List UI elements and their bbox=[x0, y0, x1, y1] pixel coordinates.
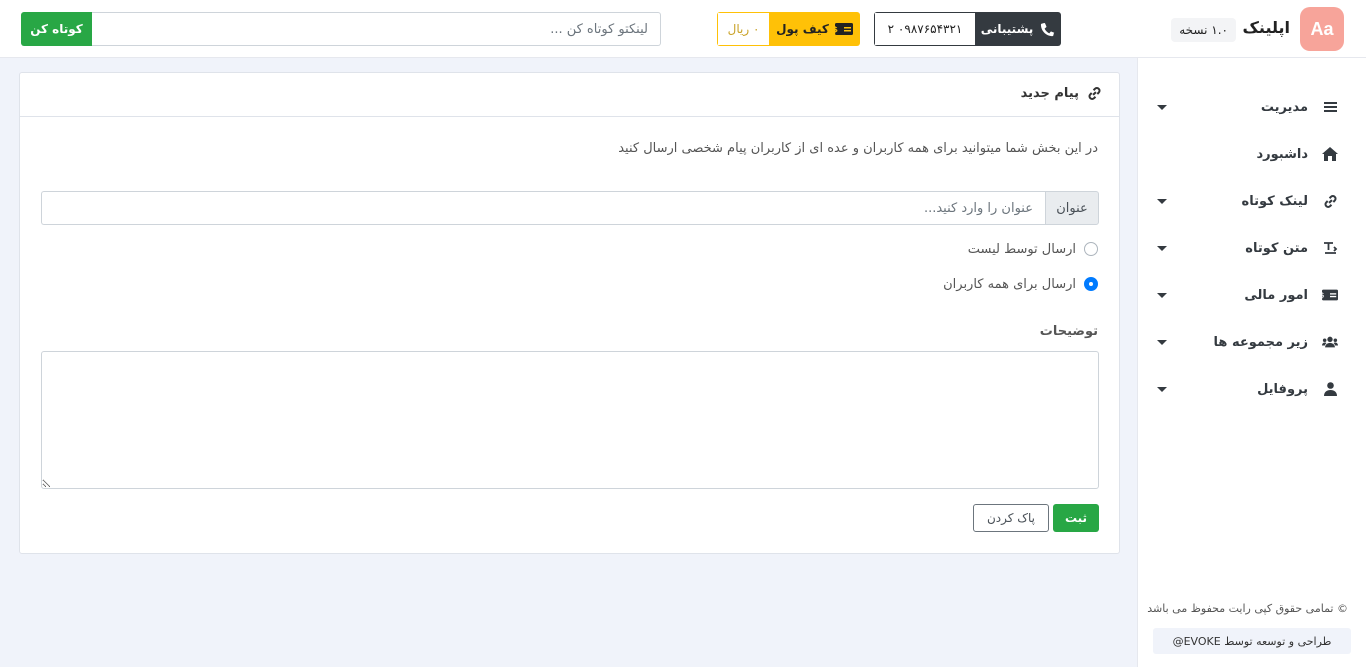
sidebar: مدیریت داشبورد لینک کوتاه متن کوتاه $ ام… bbox=[1137, 58, 1366, 667]
title-input[interactable] bbox=[41, 191, 1045, 225]
sidebar-item-label: زیر مجموعه ها bbox=[1213, 334, 1308, 350]
sidebar-item-dashboard[interactable]: داشبورد bbox=[1137, 139, 1366, 169]
radio-button[interactable] bbox=[1084, 242, 1098, 256]
wallet-button[interactable]: $ کیف پول bbox=[769, 12, 860, 46]
money-icon: $ bbox=[834, 23, 853, 35]
users-icon bbox=[1322, 334, 1338, 350]
support-phone: ۰۹۸۷۶۵۴۳۲۱ ۲ bbox=[874, 12, 975, 46]
user-icon bbox=[1322, 381, 1338, 397]
sidebar-item-label: داشبورد bbox=[1256, 146, 1308, 162]
app-name: اپلینک bbox=[1242, 18, 1290, 37]
sidebar-item-label: متن کوتاه bbox=[1245, 240, 1308, 256]
sidebar-item-subsets[interactable]: زیر مجموعه ها bbox=[1137, 327, 1366, 357]
sidebar-item-label: امور مالی bbox=[1244, 287, 1308, 303]
svg-text:$: $ bbox=[835, 25, 838, 34]
radio-label: ارسال برای همه کاربران bbox=[943, 276, 1076, 292]
radio-send-list[interactable]: ارسال توسط لیست bbox=[968, 239, 1098, 259]
svg-text:$: $ bbox=[1322, 291, 1325, 300]
intro-text: در این بخش شما میتوانید برای همه کاربران… bbox=[618, 141, 1098, 156]
sidebar-item-label: پروفایل bbox=[1257, 381, 1308, 397]
copyright-text: © تمامی حقوق کپی رایت محفوظ می باشد bbox=[1147, 602, 1348, 615]
support-button[interactable]: پشتیبانی bbox=[975, 12, 1061, 46]
chevron-down-icon bbox=[1157, 104, 1167, 110]
wallet-group: $ کیف پول ۰ ریال bbox=[717, 12, 860, 46]
shorten-button[interactable]: کوتاه کن bbox=[21, 12, 92, 46]
new-message-card: پیام جدید در این بخش شما میتوانید برای ه… bbox=[19, 72, 1120, 554]
chevron-down-icon bbox=[1157, 292, 1167, 298]
top-header: Aa اپلینک ۱.۰ نسخه پشتیبانی ۰۹۸۷۶۵۴۳۲۱ ۲… bbox=[0, 0, 1366, 58]
chevron-down-icon bbox=[1157, 339, 1167, 345]
chevron-down-icon bbox=[1157, 198, 1167, 204]
credit-text: طراحی و توسعه توسط EVOKE@ bbox=[1153, 628, 1351, 654]
home-icon bbox=[1322, 146, 1338, 162]
submit-button[interactable]: ثبت bbox=[1053, 504, 1099, 532]
sidebar-item-finance[interactable]: $ امور مالی bbox=[1137, 280, 1366, 310]
chevron-down-icon bbox=[1157, 386, 1167, 392]
title-field-group: عنوان bbox=[41, 191, 1099, 225]
radio-label: ارسال توسط لیست bbox=[967, 241, 1076, 257]
support-label: پشتیبانی bbox=[980, 22, 1034, 36]
sidebar-item-management[interactable]: مدیریت bbox=[1137, 92, 1366, 122]
clear-button[interactable]: پاک کردن bbox=[973, 504, 1049, 532]
sidebar-item-label: لینک کوتاه bbox=[1241, 193, 1308, 209]
sidebar-item-profile[interactable]: پروفایل bbox=[1137, 374, 1366, 404]
version-badge: ۱.۰ نسخه bbox=[1171, 18, 1236, 42]
description-textarea[interactable] bbox=[41, 351, 1099, 489]
description-label: توضیحات bbox=[1039, 324, 1098, 339]
chevron-down-icon bbox=[1157, 245, 1167, 251]
link-icon bbox=[1322, 193, 1338, 209]
app-logo[interactable]: Aa bbox=[1300, 7, 1344, 51]
page-title: پیام جدید bbox=[1020, 86, 1079, 101]
radio-send-all[interactable]: ارسال برای همه کاربران bbox=[943, 274, 1098, 294]
shorten-input[interactable] bbox=[92, 12, 661, 46]
phone-icon bbox=[1041, 22, 1055, 36]
link-icon bbox=[1086, 86, 1102, 102]
text-icon bbox=[1322, 240, 1338, 256]
wallet-amount: ۰ ریال bbox=[717, 12, 769, 46]
wallet-label: کیف پول bbox=[776, 22, 829, 36]
card-header: پیام جدید bbox=[20, 73, 1119, 117]
bars-icon bbox=[1322, 99, 1338, 115]
shorten-group: کوتاه کن bbox=[21, 12, 661, 46]
money-icon: $ bbox=[1322, 287, 1338, 303]
radio-button[interactable] bbox=[1084, 277, 1098, 291]
sidebar-item-short-text[interactable]: متن کوتاه bbox=[1137, 233, 1366, 263]
sidebar-item-short-link[interactable]: لینک کوتاه bbox=[1137, 186, 1366, 216]
sidebar-item-label: مدیریت bbox=[1260, 99, 1308, 115]
support-group: پشتیبانی ۰۹۸۷۶۵۴۳۲۱ ۲ bbox=[874, 12, 1061, 46]
title-label: عنوان bbox=[1045, 191, 1099, 225]
